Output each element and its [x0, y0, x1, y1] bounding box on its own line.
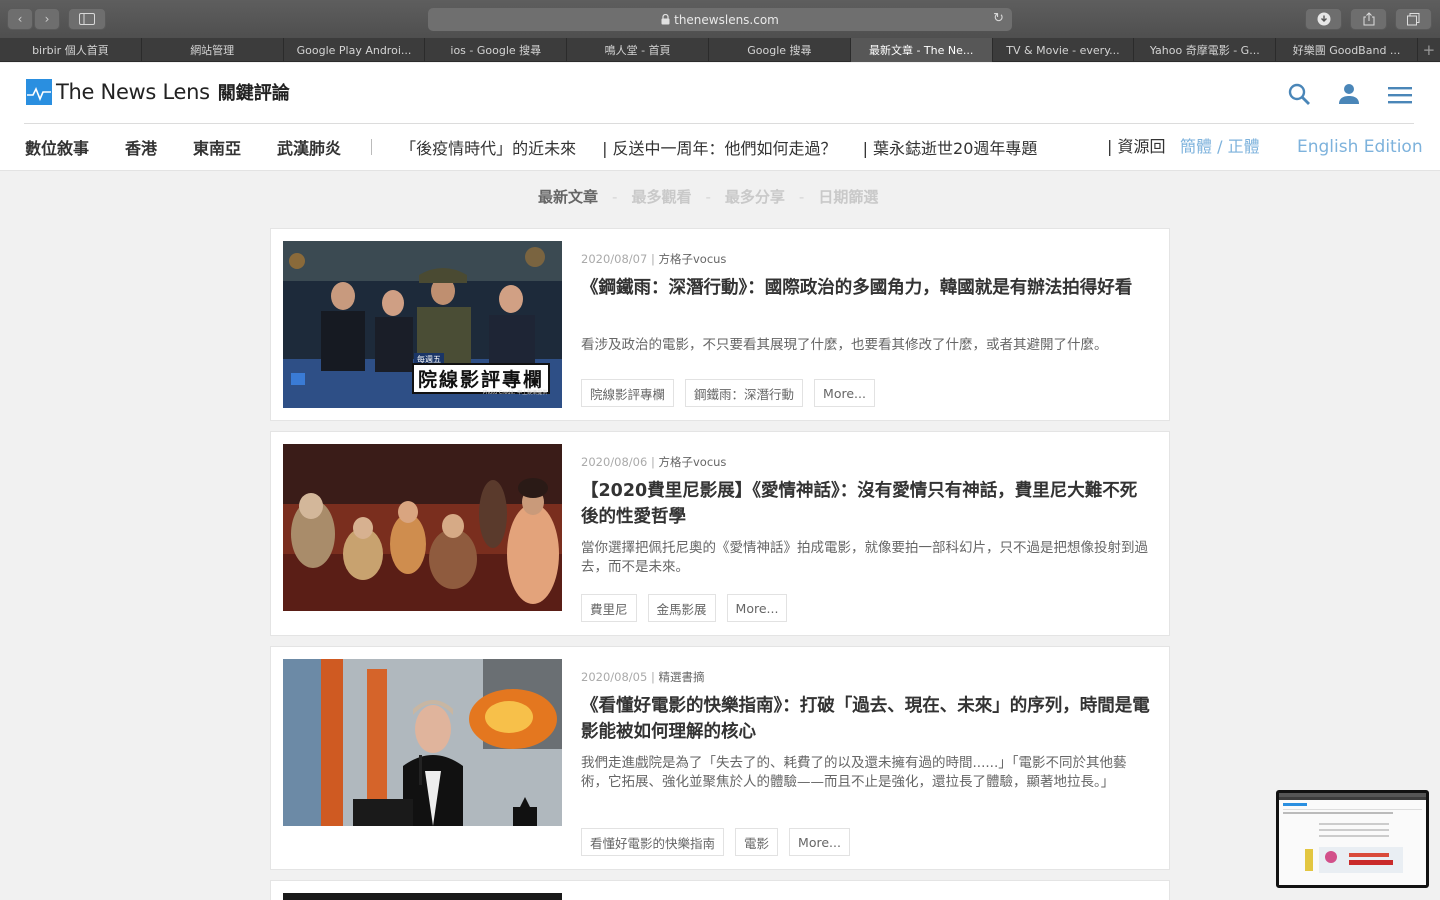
- article-excerpt: 當你選擇把佩托尼奧的《愛情神話》拍成電影，就像要拍一部科幻片，只不過是把想像投射…: [581, 540, 1148, 575]
- tabs-icon: [1407, 12, 1420, 25]
- article-tags: 看懂好電影的快樂指南 電影 More...: [581, 828, 850, 856]
- browser-tab-bar: birbir 個人首頁 網站管理 Google Play Androi... ios …: [0, 38, 1440, 62]
- tag-chip[interactable]: 費里尼: [581, 594, 637, 622]
- article-meta: 2020/08/05 | 精選書摘: [581, 670, 705, 684]
- tab-separator: -: [705, 187, 711, 206]
- tab-separator: -: [798, 187, 805, 206]
- reload-icon[interactable]: ↻: [993, 11, 1004, 26]
- logo-mark-icon: [26, 79, 52, 105]
- article-title[interactable]: 《鋼鐵雨：深潛行動》：國際政治的多國角力，韓國就是有辦法拍得好看: [581, 275, 1153, 301]
- sidebar-icon: [79, 13, 95, 25]
- article-tags: 院線影評專欄 鋼鐵雨：深潛行動 More...: [581, 379, 875, 407]
- article-card: 每週五 院線影評專欄 Photo Credit: 甲上娛樂提供 2020/08/…: [270, 228, 1170, 421]
- more-tags-button[interactable]: More...: [726, 594, 788, 622]
- tab-separator: -: [612, 187, 618, 206]
- browser-tab[interactable]: 好樂團 GoodBand ...: [1276, 38, 1418, 62]
- topic-anti-extradition[interactable]: | 反送中一周年：他們如何走過？: [602, 135, 836, 159]
- header-divider: [24, 123, 1414, 124]
- article-excerpt: 看涉及政治的電影，不只要看其展現了什麼，也要看其修改了什麼，或者其避開了什麼。: [581, 337, 1108, 353]
- logo-chinese-text: 關鍵評論: [217, 83, 290, 104]
- tag-chip[interactable]: 電影: [735, 828, 779, 856]
- article-title[interactable]: 【2020費里尼影展】《愛情神話》：沒有愛情只有神話，費里尼大難不死後的性愛哲學: [581, 478, 1153, 530]
- browser-tab[interactable]: ios - Google 搜尋: [425, 38, 568, 62]
- article-title[interactable]: 《看懂好電影的快樂指南》：打破「過去、現在、未來」的序列，時間是電影能被如何理解…: [581, 693, 1153, 745]
- tab-most-shared[interactable]: 最多分享: [725, 186, 785, 207]
- tab-date-filter[interactable]: 日期篩選: [818, 186, 878, 207]
- topic-post-pandemic[interactable]: 「後疫情時代」的近未來: [400, 135, 576, 159]
- section-nav: 數位敘事 香港 東南亞 武漢肺炎 「後疫情時代」的近未來 | 反送中一周年：他們…: [25, 135, 1063, 159]
- nav-item-wuhan[interactable]: 武漢肺炎: [277, 135, 341, 159]
- share-icon: [1363, 12, 1374, 26]
- article-date: 2020/08/07: [581, 252, 648, 266]
- tab-most-viewed[interactable]: 最多觀看: [631, 186, 691, 207]
- article-thumbnail[interactable]: 每週五 院線影評專欄 Photo Credit: 甲上娛樂提供: [283, 241, 562, 408]
- article-card: 2020/08/06 | 方格子vocus 【2020費里尼影展】《愛情神話》：…: [270, 431, 1170, 636]
- sidebar-toggle-button[interactable]: [68, 8, 106, 30]
- download-icon: [1317, 12, 1330, 26]
- nav-divider: [371, 139, 373, 155]
- topic-recycling[interactable]: | 資源回收: [1107, 135, 1165, 159]
- article-meta: 2020/08/07 | 方格子vocus: [581, 252, 727, 266]
- browser-tab[interactable]: 網站管理: [142, 38, 284, 62]
- tag-chip[interactable]: 看懂好電影的快樂指南: [581, 828, 725, 856]
- tab-overview-button[interactable]: [1395, 8, 1432, 30]
- english-edition-link[interactable]: English Edition: [1297, 135, 1423, 159]
- url-text: thenewslens.com: [674, 12, 779, 27]
- tag-chip[interactable]: 院線影評專欄: [581, 379, 675, 407]
- article-card: [270, 880, 1170, 900]
- browser-tab[interactable]: 鳴人堂 - 首頁: [567, 38, 709, 62]
- article-card: 2020/08/05 | 精選書摘 《看懂好電影的快樂指南》：打破「過去、現在、…: [270, 646, 1170, 870]
- language-switch[interactable]: 簡體 / 正體: [1180, 135, 1260, 159]
- more-tags-button[interactable]: More...: [814, 379, 875, 407]
- nav-item-digital-stories[interactable]: 數位敘事: [25, 135, 89, 159]
- article-source[interactable]: 方格子vocus: [658, 252, 726, 266]
- article-source[interactable]: 精選書摘: [658, 670, 704, 684]
- search-icon[interactable]: [1286, 81, 1314, 109]
- browser-tab[interactable]: birbir 個人首頁: [0, 38, 142, 62]
- plus-icon: +: [1422, 40, 1436, 59]
- browser-tab[interactable]: Google Play Androi...: [284, 38, 426, 62]
- browser-tab[interactable]: Google 搜尋: [709, 38, 851, 62]
- article-thumbnail[interactable]: [283, 659, 562, 826]
- hamburger-menu-icon[interactable]: [1386, 81, 1414, 109]
- chevron-right-icon: ›: [44, 12, 50, 26]
- tab-latest[interactable]: 最新文章: [538, 186, 598, 207]
- user-icon[interactable]: [1336, 81, 1364, 109]
- article-date: 2020/08/05: [581, 670, 648, 684]
- more-tags-button[interactable]: More...: [789, 828, 850, 856]
- browser-tab[interactable]: Yahoo 奇摩電影 - G...: [1134, 38, 1277, 62]
- nav-item-southeast-asia[interactable]: 東南亞: [193, 135, 241, 159]
- downloads-button[interactable]: [1305, 8, 1342, 30]
- chevron-left-icon: ‹: [17, 12, 23, 26]
- article-thumbnail[interactable]: [283, 444, 562, 611]
- article-date: 2020/08/06: [581, 455, 648, 469]
- article-excerpt: 我們走進戲院是為了「失去了的、耗費了的以及還未擁有過的時間......」「電影不…: [581, 755, 1127, 790]
- site-header: The News Lens 關鍵評論 數位敘事 香港 東南亞 武漢肺炎 「後疫情…: [0, 63, 1440, 171]
- address-bar[interactable]: thenewslens.com ↻: [428, 8, 1012, 31]
- article-meta: 2020/08/06 | 方格子vocus: [581, 455, 727, 469]
- new-tab-button[interactable]: +: [1418, 38, 1440, 61]
- share-button[interactable]: [1350, 8, 1387, 30]
- site-logo[interactable]: The News Lens 關鍵評論: [26, 79, 290, 105]
- browser-toolbar: ‹ › thenewslens.com ↻: [0, 0, 1440, 38]
- article-filter-tabs: 最新文章 - 最多觀看 - 最多分享 - 日期篩選: [538, 186, 878, 207]
- article-source[interactable]: 方格子vocus: [658, 455, 726, 469]
- tag-chip[interactable]: 鋼鐵雨：深潛行動: [685, 379, 804, 407]
- back-button[interactable]: ‹: [7, 8, 33, 30]
- screenshot-preview-thumbnail[interactable]: [1276, 790, 1429, 888]
- nav-item-hong-kong[interactable]: 香港: [125, 135, 157, 159]
- thumbnail-credit: Photo Credit: 甲上娛樂提供: [483, 390, 548, 396]
- logo-text: The News Lens: [56, 80, 210, 104]
- article-thumbnail[interactable]: [283, 893, 562, 900]
- article-tags: 費里尼 金馬影展 More...: [581, 594, 788, 622]
- forward-button[interactable]: ›: [34, 8, 60, 30]
- lock-icon: [661, 14, 670, 25]
- topic-yeh-yung-chih[interactable]: | 葉永鋕逝世20週年專題: [863, 135, 1038, 159]
- tag-chip[interactable]: 金馬影展: [647, 594, 716, 622]
- browser-tab[interactable]: 最新文章 - The Ne...: [850, 38, 993, 62]
- browser-tab[interactable]: TV & Movie - every...: [993, 38, 1135, 62]
